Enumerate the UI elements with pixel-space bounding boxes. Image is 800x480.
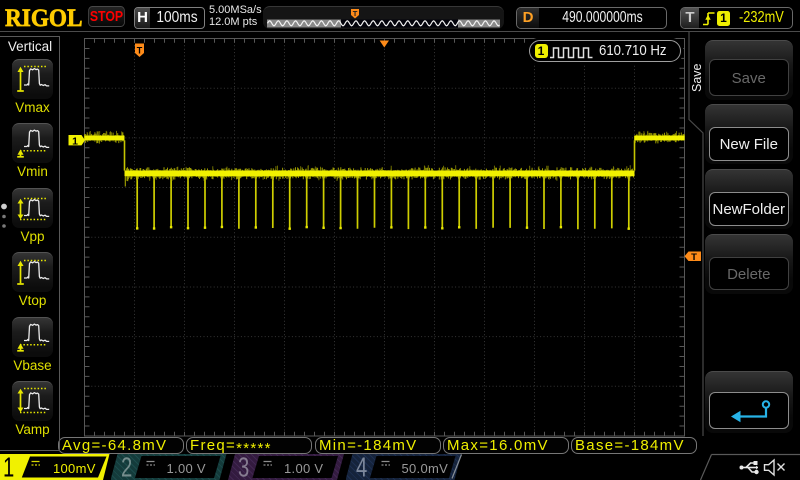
svg-text:T: T	[353, 9, 358, 18]
svg-text:T: T	[137, 46, 143, 56]
svg-text:1: 1	[72, 135, 78, 147]
svg-text:T: T	[691, 252, 697, 263]
